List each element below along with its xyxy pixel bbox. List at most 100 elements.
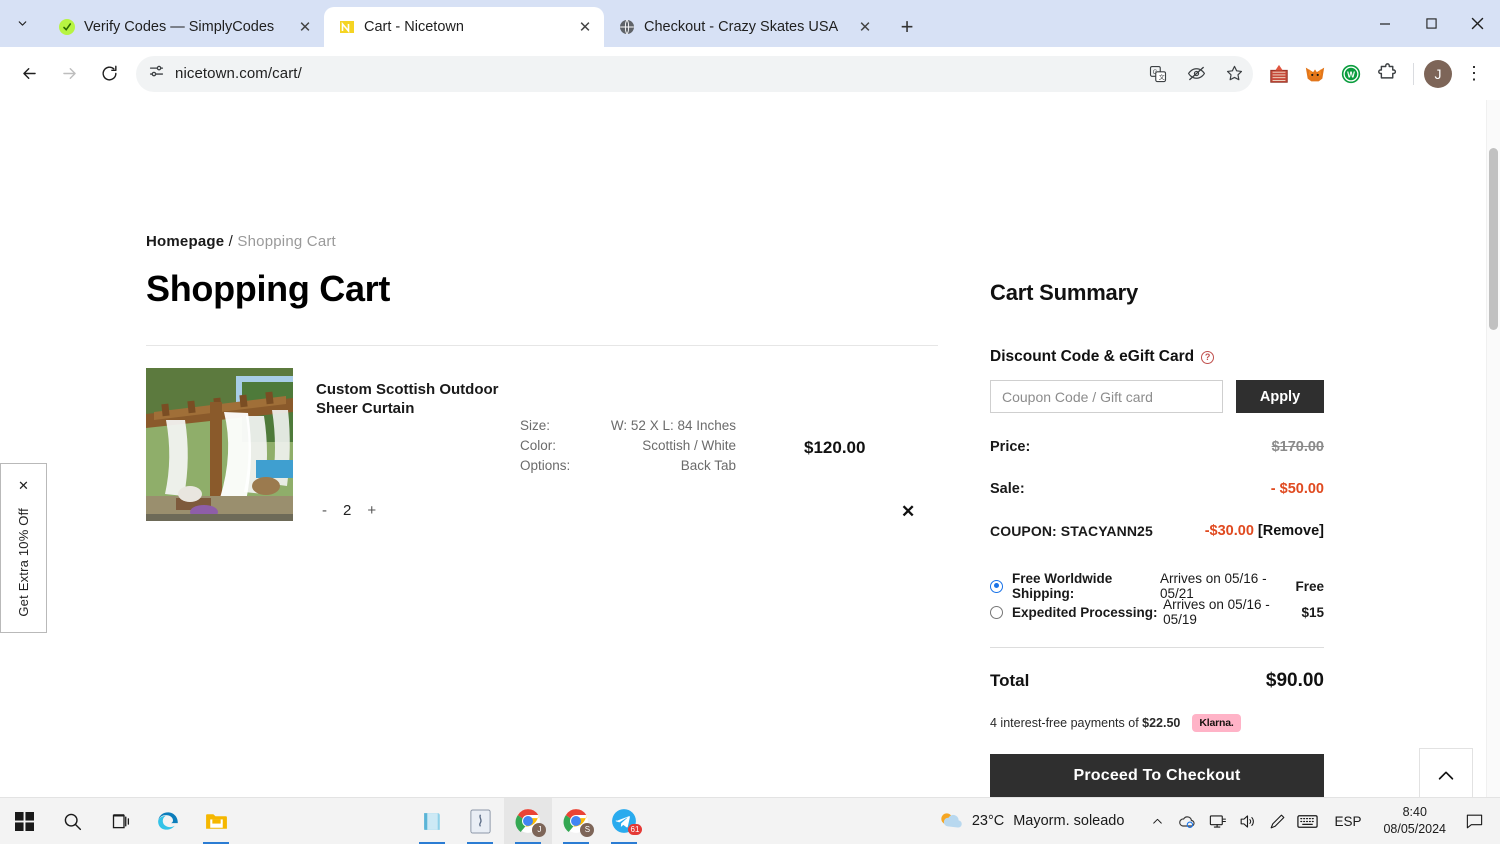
tab-search-chevron-icon[interactable] bbox=[0, 0, 44, 47]
proceed-to-checkout-button[interactable]: Proceed To Checkout bbox=[990, 754, 1324, 797]
radio-expedited-shipping[interactable] bbox=[990, 605, 1003, 619]
translate-icon[interactable]: G文 bbox=[1141, 57, 1175, 91]
taskbar-clock[interactable]: 8:40 08/05/2024 bbox=[1373, 804, 1456, 838]
task-view-button[interactable] bbox=[96, 798, 144, 844]
tab-cart-nicetown[interactable]: Cart - Nicetown ✕ bbox=[324, 7, 604, 47]
weather-temp: 23°C bbox=[971, 813, 1005, 829]
shipping-option-free[interactable]: Free Worldwide Shipping: Arrives on 05/1… bbox=[990, 571, 1324, 601]
shipping-option-cost: Free bbox=[1295, 578, 1324, 594]
book-app-icon[interactable] bbox=[408, 798, 456, 844]
wallet-icon[interactable]: W bbox=[1335, 58, 1367, 90]
site-settings-icon[interactable] bbox=[148, 63, 165, 85]
eye-off-icon[interactable] bbox=[1179, 57, 1213, 91]
forward-button[interactable] bbox=[50, 55, 88, 93]
tab-title: Cart - Nicetown bbox=[364, 19, 464, 35]
language-indicator[interactable]: ESP bbox=[1322, 814, 1373, 829]
tab-close-icon[interactable]: ✕ bbox=[574, 16, 596, 38]
edge-taskbar-icon[interactable] bbox=[144, 798, 192, 844]
product-name[interactable]: Custom Scottish Outdoor Sheer Curtain bbox=[316, 380, 516, 418]
page-viewport: Homepage / Shopping Cart Shopping Cart C… bbox=[0, 100, 1500, 844]
profile-badge-s: S bbox=[580, 822, 595, 837]
bookmark-star-icon[interactable] bbox=[1217, 57, 1251, 91]
file-explorer-icon[interactable] bbox=[192, 798, 240, 844]
weather-widget[interactable]: 23°C Mayorm. soleado bbox=[937, 808, 1143, 834]
address-bar[interactable]: nicetown.com/cart/ G文 bbox=[136, 55, 1253, 92]
tab-title: Checkout - Crazy Skates USA bbox=[644, 19, 839, 35]
chrome-profile-j-icon[interactable]: J bbox=[504, 797, 553, 844]
remove-coupon-link[interactable]: [Remove] bbox=[1258, 523, 1324, 539]
quantity-increase-button[interactable]: + bbox=[367, 502, 376, 519]
puzzle-extensions-icon[interactable] bbox=[1371, 58, 1403, 90]
telegram-unread-badge: 61 bbox=[627, 823, 643, 835]
chrome-profile-s-icon[interactable]: S bbox=[552, 798, 600, 844]
total-row: Total $90.00 bbox=[990, 670, 1324, 692]
product-specs: Size: W: 52 X L: 84 Inches Color: Scotti… bbox=[520, 416, 736, 476]
partly-sunny-icon bbox=[941, 813, 962, 828]
cart-summary-panel: Cart Summary Discount Code & eGift Card … bbox=[990, 280, 1324, 837]
product-price: $120.00 bbox=[804, 438, 866, 457]
promo-close-icon[interactable]: ✕ bbox=[18, 478, 29, 494]
spec-value: W: 52 X L: 84 Inches bbox=[610, 418, 736, 433]
quantity-decrease-button[interactable]: - bbox=[322, 502, 327, 519]
notifications-icon[interactable] bbox=[1456, 798, 1492, 844]
profile-avatar[interactable]: J bbox=[1424, 59, 1452, 88]
browser-window: Verify Codes — SimplyCodes ✕ Cart - Nice… bbox=[0, 0, 1500, 844]
new-tab-button[interactable]: + bbox=[890, 10, 924, 44]
keyboard-icon[interactable] bbox=[1292, 798, 1322, 844]
back-to-top-button[interactable] bbox=[1419, 748, 1473, 803]
window-controls bbox=[1362, 0, 1500, 47]
chevron-up-icon[interactable] bbox=[1142, 798, 1172, 844]
search-button[interactable] bbox=[48, 798, 96, 844]
start-button[interactable] bbox=[0, 798, 48, 844]
maximize-button[interactable] bbox=[1408, 0, 1454, 47]
tab-close-icon[interactable]: ✕ bbox=[854, 16, 876, 38]
page-title: Shopping Cart bbox=[146, 268, 391, 309]
shipping-option-expedited[interactable]: Expedited Processing: Arrives on 05/16 -… bbox=[990, 597, 1324, 627]
tab-verify-codes[interactable]: Verify Codes — SimplyCodes ✕ bbox=[44, 7, 324, 47]
breadcrumb-current: Shopping Cart bbox=[237, 233, 336, 250]
shipping-option-eta: Arrives on 05/16 - 05/19 bbox=[1163, 597, 1270, 627]
info-icon[interactable]: ? bbox=[1201, 350, 1215, 364]
browser-toolbar: nicetown.com/cart/ G文 W J ⋮ bbox=[0, 47, 1500, 100]
spec-label: Options: bbox=[520, 458, 571, 473]
network-icon[interactable] bbox=[1202, 798, 1232, 844]
shipping-options: Free Worldwide Shipping: Arrives on 05/1… bbox=[990, 571, 1324, 627]
metamask-icon[interactable] bbox=[1299, 58, 1331, 90]
pen-icon[interactable] bbox=[1262, 798, 1292, 844]
minimize-button[interactable] bbox=[1362, 0, 1408, 47]
tab-close-icon[interactable]: ✕ bbox=[294, 16, 316, 38]
promo-side-tab[interactable]: ✕ Get Extra 10% Off bbox=[0, 463, 47, 633]
spec-value: Back Tab bbox=[680, 458, 736, 473]
close-window-button[interactable] bbox=[1454, 0, 1500, 47]
chrome-menu-button[interactable]: ⋮ bbox=[1458, 58, 1490, 90]
breadcrumb-home-link[interactable]: Homepage bbox=[146, 233, 224, 250]
radio-free-shipping[interactable] bbox=[990, 579, 1003, 593]
summary-label: Price: bbox=[990, 439, 1031, 455]
onedrive-icon[interactable] bbox=[1172, 798, 1202, 844]
promo-tab-label: Get Extra 10% Off bbox=[16, 508, 31, 617]
telegram-icon[interactable]: 61 bbox=[600, 798, 648, 844]
remove-item-button[interactable]: ✕ bbox=[901, 502, 915, 522]
back-button[interactable] bbox=[10, 55, 48, 93]
tab-checkout-crazy-skates[interactable]: Checkout - Crazy Skates USA ✕ bbox=[604, 7, 884, 47]
quantity-value[interactable]: 2 bbox=[343, 502, 351, 519]
windows-taskbar: J S 61 23°C Mayorm. soleado ESP 8:40 08/… bbox=[0, 797, 1500, 844]
notepad-app-icon[interactable] bbox=[456, 798, 504, 844]
coupon-input[interactable] bbox=[990, 380, 1223, 413]
apply-coupon-button[interactable]: Apply bbox=[1236, 380, 1324, 413]
klarna-amount: $22.50 bbox=[1142, 716, 1181, 730]
extension-icons: W bbox=[1263, 58, 1403, 90]
content-divider bbox=[146, 345, 938, 346]
klarna-badge[interactable]: Klarna. bbox=[1192, 714, 1241, 732]
summary-row-coupon: COUPON: STACYANN25 -$30.00 [Remove] bbox=[990, 523, 1324, 539]
klarna-text-prefix: 4 interest-free payments of bbox=[990, 716, 1143, 730]
product-thumbnail[interactable] bbox=[146, 368, 293, 521]
volume-icon[interactable] bbox=[1232, 798, 1262, 844]
taskbar-running-apps: J S 61 bbox=[408, 797, 648, 844]
klarna-installments: 4 interest-free payments of $22.50 Klarn… bbox=[990, 714, 1324, 732]
reload-button[interactable] bbox=[90, 55, 128, 93]
page-scrollbar[interactable] bbox=[1486, 100, 1500, 844]
tab-strip: Verify Codes — SimplyCodes ✕ Cart - Nice… bbox=[0, 0, 1500, 47]
simplycodes-extension-icon[interactable] bbox=[1263, 58, 1295, 90]
scrollbar-thumb[interactable] bbox=[1489, 148, 1498, 330]
